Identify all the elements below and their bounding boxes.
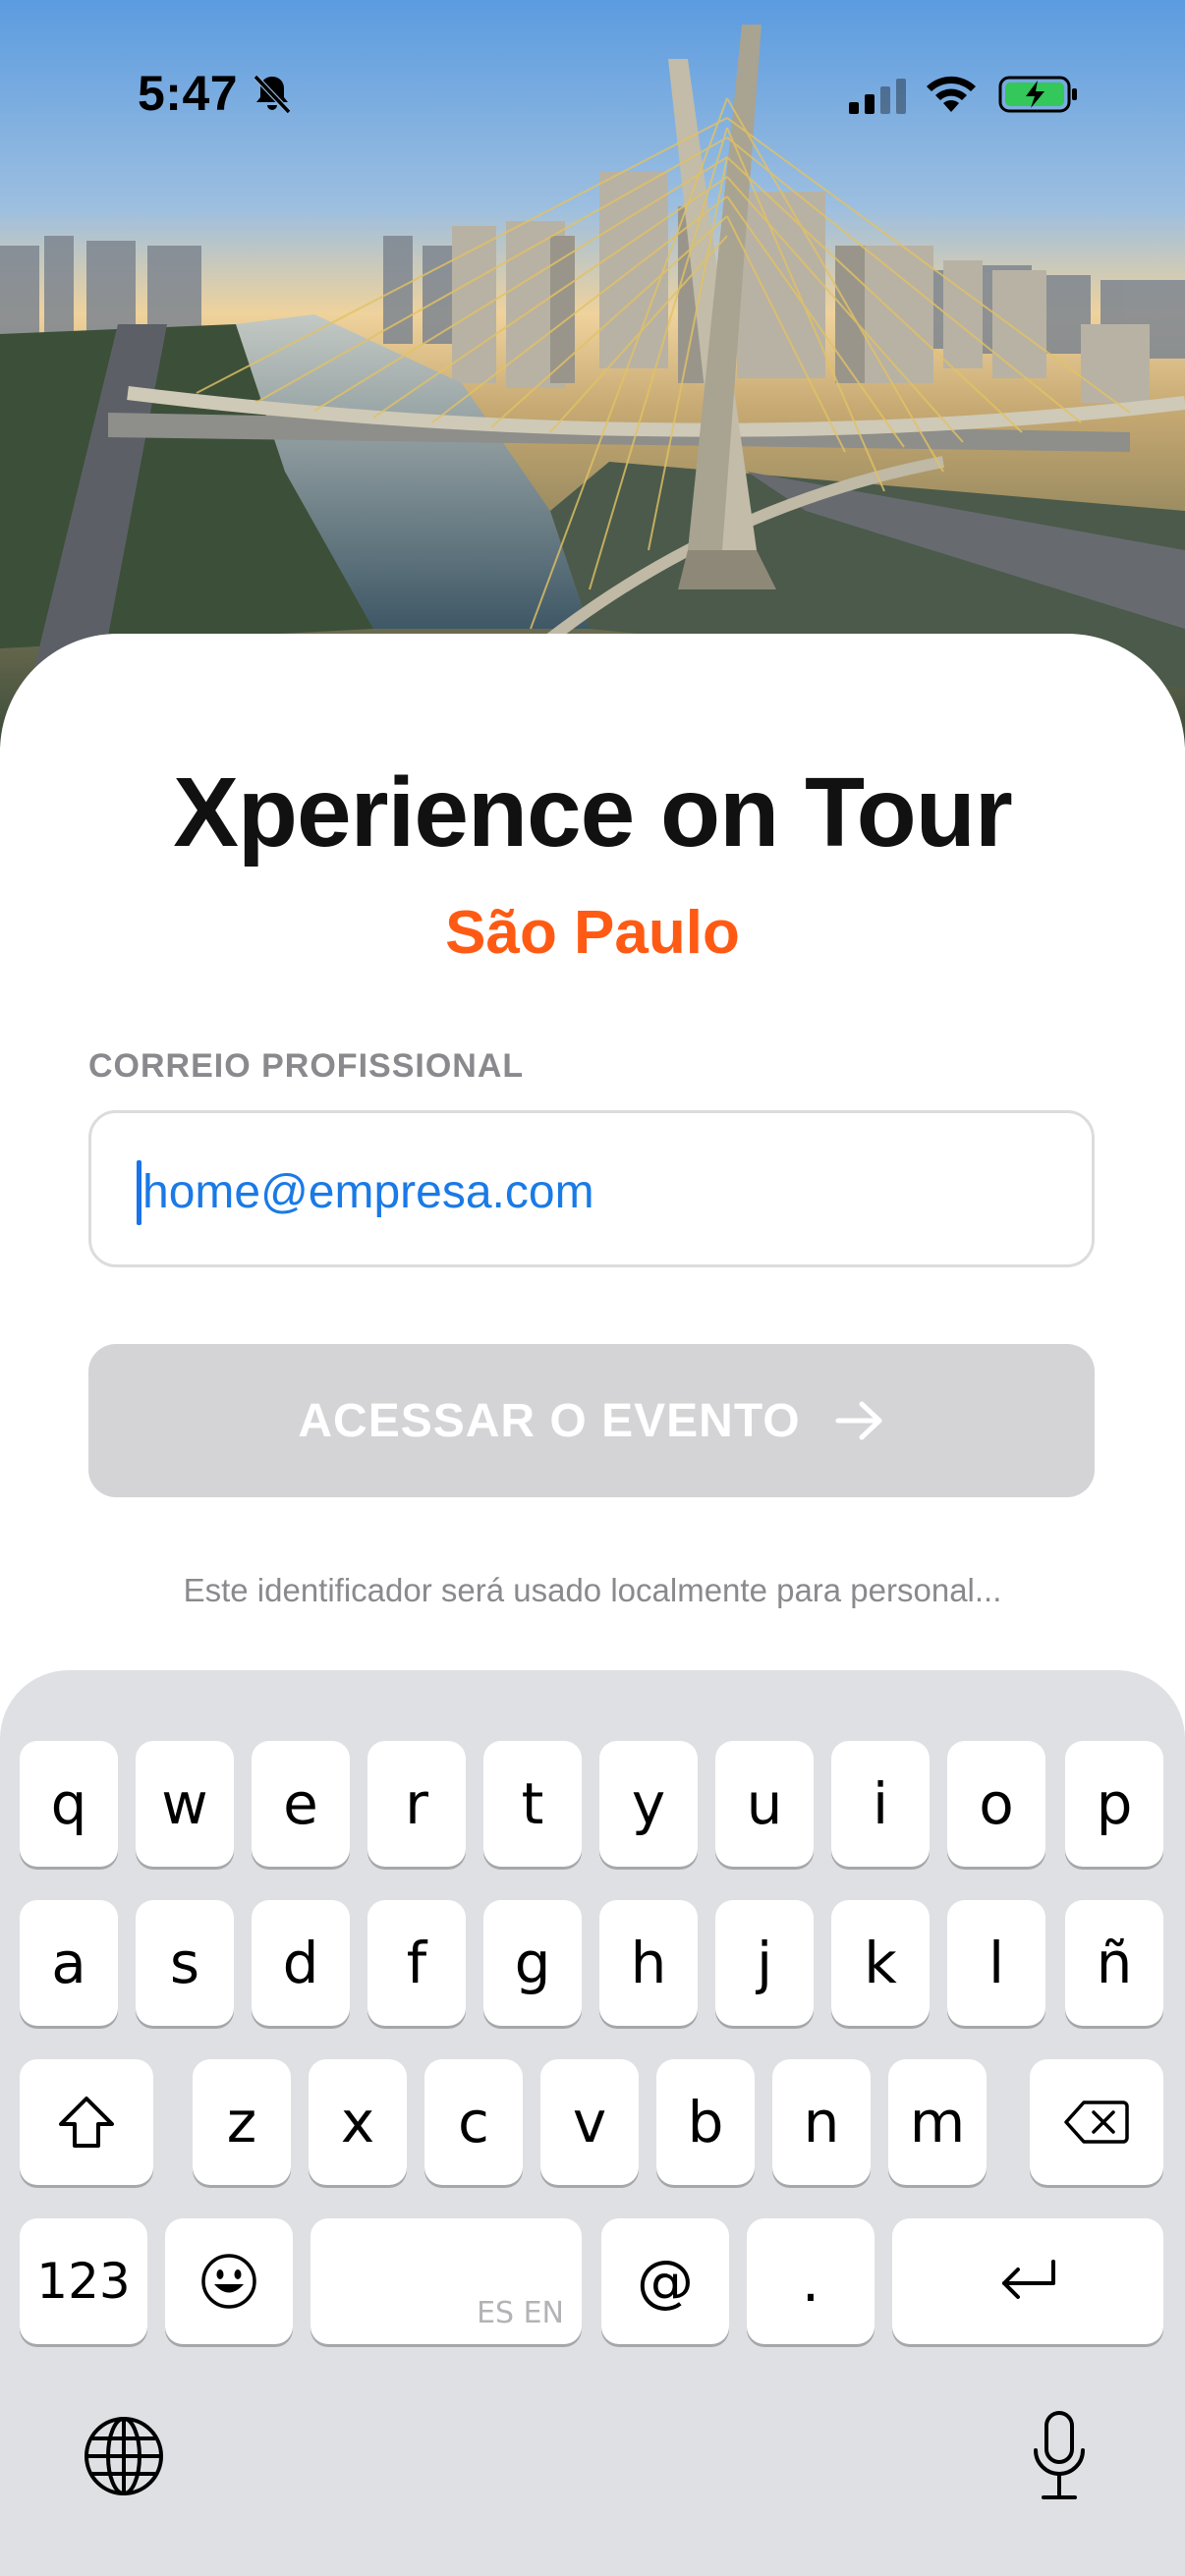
event-title: Xperience on Tour — [173, 757, 1013, 868]
key-n[interactable]: n — [772, 2059, 871, 2185]
key-r[interactable]: r — [367, 1741, 466, 1867]
dot-key[interactable]: . — [747, 2218, 875, 2344]
email-field[interactable]: home@empresa.com — [88, 1110, 1095, 1267]
key-b[interactable]: b — [656, 2059, 755, 2185]
key-l[interactable]: l — [947, 1900, 1045, 2026]
emoji-key[interactable] — [165, 2218, 293, 2344]
bell-slash-icon — [253, 74, 292, 115]
text-caret — [137, 1160, 141, 1225]
globe-icon[interactable] — [83, 2415, 165, 2497]
shift-icon — [59, 2097, 114, 2148]
wifi-icon — [927, 76, 976, 112]
key-z[interactable]: z — [193, 2059, 291, 2185]
return-icon — [1002, 2260, 1055, 2299]
emoji-icon — [201, 2254, 256, 2309]
key-y[interactable]: y — [599, 1741, 698, 1867]
access-event-label: ACESSAR O EVENTO — [298, 1394, 801, 1447]
key-f[interactable]: f — [367, 1900, 466, 2026]
key-n-tilde[interactable]: ñ — [1065, 1900, 1163, 2026]
space-language-hint: ES EN — [477, 2296, 564, 2330]
login-screen: 5:47 Xperience on Tour São Paulo CORREIO… — [0, 0, 1185, 2576]
key-h[interactable]: h — [599, 1900, 698, 2026]
battery-charging-icon — [998, 76, 1077, 113]
key-m[interactable]: m — [888, 2059, 987, 2185]
arrow-right-icon — [835, 1401, 882, 1440]
at-key[interactable]: @ — [601, 2218, 729, 2344]
key-w[interactable]: w — [136, 1741, 234, 1867]
key-o[interactable]: o — [947, 1741, 1045, 1867]
key-k[interactable]: k — [831, 1900, 930, 2026]
shift-key[interactable] — [20, 2059, 153, 2185]
key-u[interactable]: u — [715, 1741, 814, 1867]
backspace-key[interactable] — [1030, 2059, 1163, 2185]
privacy-hint: Este identificador será usado localmente… — [183, 1572, 1002, 1608]
email-label: CORREIO PROFISSIONAL — [88, 1047, 525, 1085]
status-time: 5:47 — [138, 66, 239, 121]
key-s[interactable]: s — [136, 1900, 234, 2026]
key-j[interactable]: j — [715, 1900, 814, 2026]
key-d[interactable]: d — [252, 1900, 350, 2026]
event-city: São Paulo — [445, 899, 740, 967]
cellular-signal-icon — [849, 79, 906, 114]
key-v[interactable]: v — [540, 2059, 639, 2185]
key-e[interactable]: e — [252, 1741, 350, 1867]
key-x[interactable]: x — [309, 2059, 407, 2185]
key-g[interactable]: g — [483, 1900, 582, 2026]
backspace-icon — [1064, 2100, 1129, 2144]
numbers-key[interactable]: 123 — [20, 2218, 147, 2344]
key-c[interactable]: c — [424, 2059, 523, 2185]
access-event-button[interactable]: ACESSAR O EVENTO — [88, 1344, 1095, 1497]
status-bar: 5:47 — [0, 0, 1185, 196]
key-i[interactable]: i — [831, 1741, 930, 1867]
return-key[interactable] — [892, 2218, 1163, 2344]
key-q[interactable]: q — [20, 1741, 118, 1867]
space-key[interactable]: ES EN — [310, 2218, 582, 2344]
email-placeholder: home@empresa.com — [142, 1166, 594, 1218]
key-t[interactable]: t — [483, 1741, 582, 1867]
key-p[interactable]: p — [1065, 1741, 1163, 1867]
key-a[interactable]: a — [20, 1900, 118, 2026]
microphone-icon[interactable] — [1030, 2409, 1089, 2507]
